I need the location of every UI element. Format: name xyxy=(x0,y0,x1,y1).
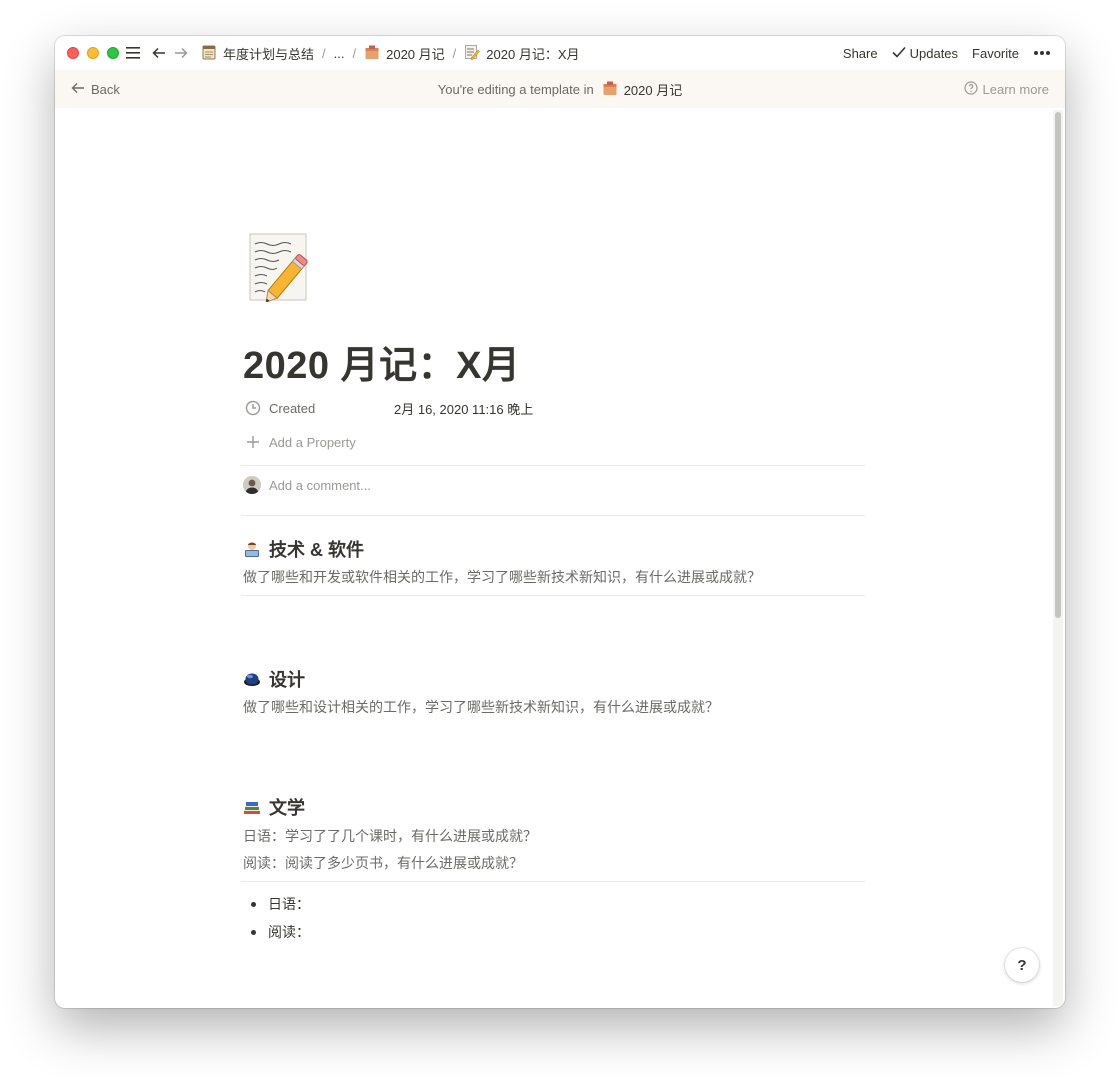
technologist-icon xyxy=(243,540,261,558)
page-content: 2020 月记：X月 Created 2月 16, 2020 11:16 晚上 … xyxy=(55,108,1051,1008)
divider xyxy=(241,515,865,516)
heading-literature[interactable]: 文学 xyxy=(243,794,305,820)
sidebar-toggle-icon[interactable] xyxy=(123,43,143,63)
minimize-window-button[interactable] xyxy=(87,47,99,59)
learn-more-link[interactable]: Learn more xyxy=(963,80,1049,98)
section-description: 做了哪些和开发或软件相关的工作，学习了哪些新技术新知识，有什么进展或成就？ xyxy=(243,569,761,585)
add-comment-input[interactable]: Add a comment... xyxy=(243,476,371,494)
bullet-dot xyxy=(251,929,256,935)
help-button[interactable]: ? xyxy=(1005,948,1039,982)
scrollbar-thumb[interactable] xyxy=(1055,112,1061,618)
divider xyxy=(241,595,865,596)
forward-arrow-icon[interactable] xyxy=(171,43,191,63)
breadcrumb-item-ellipsis[interactable]: ... xyxy=(332,44,347,63)
plus-icon xyxy=(243,432,263,452)
breadcrumb-separator: / xyxy=(322,45,326,61)
question-circle-icon xyxy=(963,80,978,98)
more-options-icon[interactable] xyxy=(1033,50,1051,56)
section-description: 日语：学习了了几个课时，有什么进展或成就？ xyxy=(243,828,537,844)
blue-button-icon xyxy=(243,670,261,688)
template-editing-notice: You're editing a template in 2020 月记 xyxy=(437,80,683,99)
heading-design[interactable]: 设计 xyxy=(243,666,305,692)
box-icon xyxy=(364,44,380,63)
divider xyxy=(241,881,865,882)
add-property-button[interactable]: Add a Property xyxy=(243,430,356,454)
title-bar: 年度计划与总结 / ... / 2020 月记 / 2020 月记：X月 Sha… xyxy=(55,36,1065,70)
memo-icon xyxy=(464,44,481,63)
heading-tech-software[interactable]: 技术 & 软件 xyxy=(243,536,364,562)
breadcrumb-separator: / xyxy=(352,45,357,61)
template-banner: Back You're editing a template in 2020 月… xyxy=(55,70,1065,108)
back-arrow-icon xyxy=(71,82,85,97)
page-title[interactable]: 2020 月记：X月 xyxy=(243,334,520,389)
divider xyxy=(241,465,865,466)
breadcrumb-item-monthly-journal[interactable]: 2020 月记 xyxy=(362,42,447,65)
back-button[interactable]: Back xyxy=(71,82,120,97)
property-created[interactable]: Created 2月 16, 2020 11:16 晚上 xyxy=(243,396,533,420)
bullet-dot xyxy=(251,901,256,907)
close-window-button[interactable] xyxy=(67,47,79,59)
checkmark-icon xyxy=(892,46,906,61)
favorite-button[interactable]: Favorite xyxy=(972,46,1019,61)
books-icon xyxy=(243,798,261,816)
breadcrumb-item-current-page[interactable]: 2020 月记：X月 xyxy=(462,42,581,65)
window-controls xyxy=(67,47,119,59)
updates-button[interactable]: Updates xyxy=(892,46,958,61)
notepad-icon xyxy=(201,44,217,63)
template-database-name: 2020 月记 xyxy=(623,82,683,98)
maximize-window-button[interactable] xyxy=(107,47,119,59)
breadcrumb: 年度计划与总结 / ... / 2020 月记 / 2020 月记：X月 xyxy=(199,42,581,65)
breadcrumb-item-annual-plan[interactable]: 年度计划与总结 xyxy=(199,42,316,65)
app-window: 年度计划与总结 / ... / 2020 月记 / 2020 月记：X月 Sha… xyxy=(55,36,1065,1008)
property-label-created: Created xyxy=(269,400,316,416)
topbar-actions: Share Updates Favorite xyxy=(843,46,1051,61)
page-icon-memo[interactable] xyxy=(248,232,310,303)
back-arrow-icon[interactable] xyxy=(149,43,169,63)
share-button[interactable]: Share xyxy=(843,46,878,61)
property-value-created: 2月 16, 2020 11:16 晚上 xyxy=(394,401,534,417)
avatar xyxy=(243,476,261,494)
section-description: 阅读：阅读了多少页书，有什么进展或成就？ xyxy=(243,855,523,871)
breadcrumb-separator: / xyxy=(452,45,457,61)
box-icon xyxy=(602,80,618,99)
list-item[interactable]: 阅读： xyxy=(251,922,310,942)
clock-icon xyxy=(243,398,263,418)
list-item[interactable]: 日语： xyxy=(251,894,310,914)
section-description: 做了哪些和设计相关的工作，学习了哪些新技术新知识，有什么进展或成就？ xyxy=(243,699,719,715)
